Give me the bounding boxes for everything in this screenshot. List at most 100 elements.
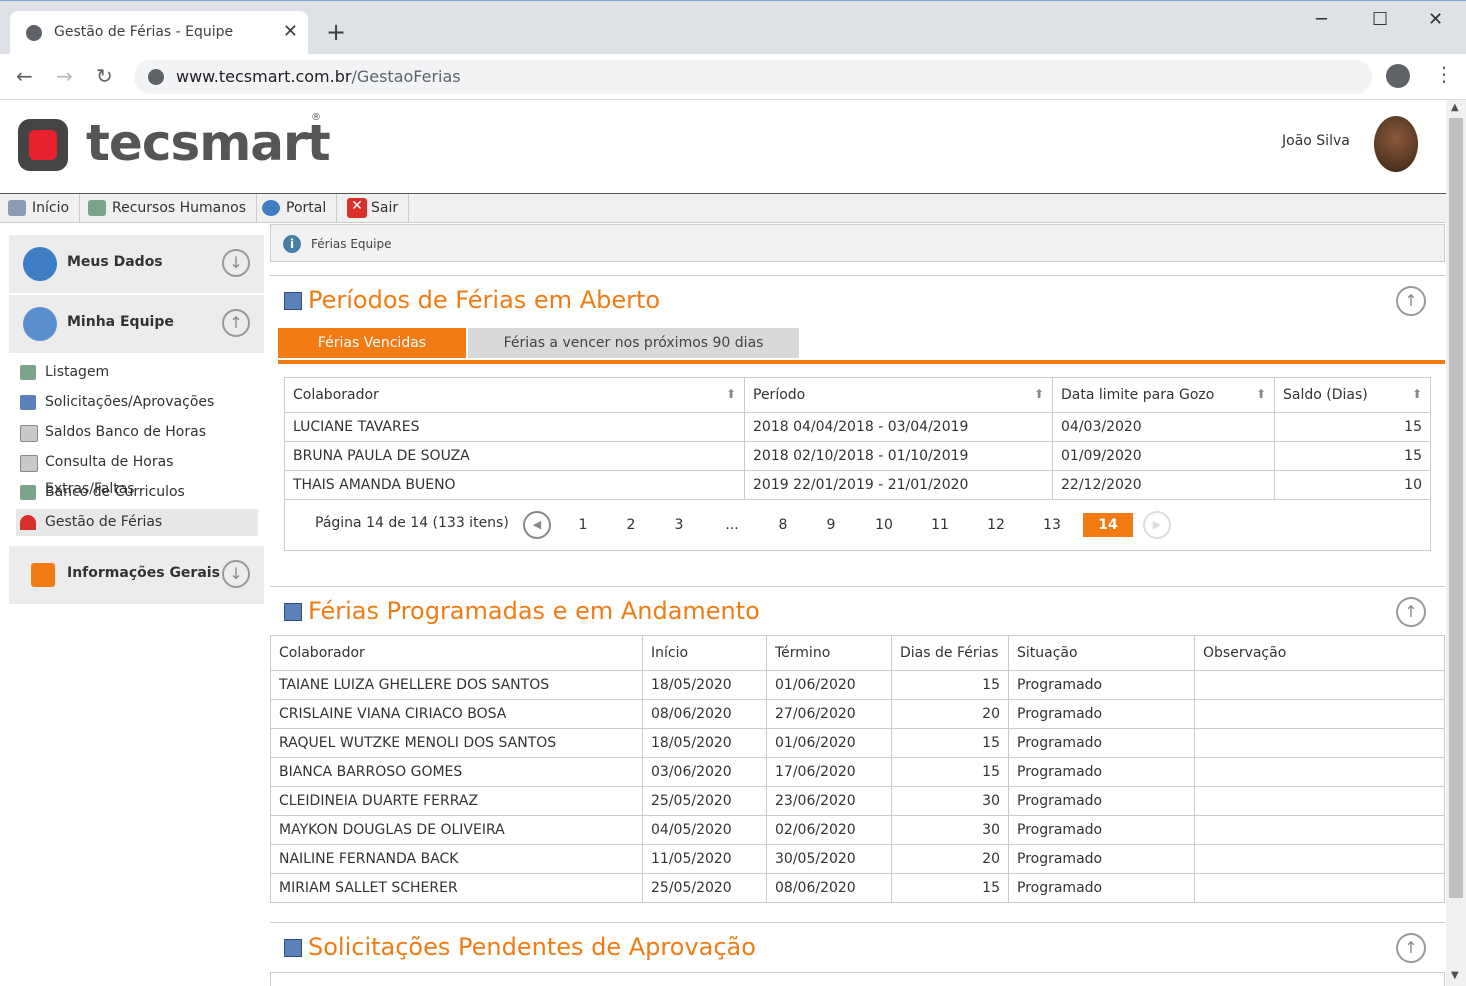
- sidebar-link-curriculos[interactable]: Banco de Curriculos: [16, 479, 258, 506]
- scrollbar-thumb[interactable]: [1449, 118, 1463, 898]
- sidebar-link-solicitacoes[interactable]: Solicitações/Aprovações: [16, 389, 258, 416]
- page-button[interactable]: 3: [663, 513, 695, 537]
- main-menu: Início Recursos Humanos Portal ✕ Sair: [0, 194, 1446, 223]
- tab-ferias-a-vencer[interactable]: Férias a vencer nos próximos 90 dias: [468, 328, 799, 358]
- calendar-icon: [20, 395, 36, 410]
- forward-button[interactable]: →: [56, 64, 73, 88]
- table-ferias-programadas: Colaborador Início Término Dias de Féria…: [270, 635, 1445, 903]
- logo-icon[interactable]: [18, 119, 68, 171]
- browser-tabbar: Gestão de Férias - Equipe ✕ + ─ ☐ ✕: [0, 0, 1466, 55]
- close-tab-icon[interactable]: ✕: [283, 21, 298, 43]
- table-ferias-aberto: Colaborador ⬆ Período ⬆ Data limite para G…: [284, 377, 1431, 500]
- tab-strip: Férias Vencidas Férias a vencer nos próx…: [278, 328, 1445, 364]
- sidebar-link-saldos[interactable]: Saldos Banco de Horas: [16, 419, 258, 446]
- browser-toolbar: ← → ↻ www.tecsmart.com.br/GestaoFerias ⋮: [0, 54, 1466, 100]
- sidebar-link-listagem[interactable]: Listagem: [16, 359, 258, 386]
- column-header[interactable]: Colaborador: [270, 635, 643, 671]
- menu-portal[interactable]: Portal: [254, 194, 338, 222]
- page-button[interactable]: 12: [980, 513, 1012, 537]
- filter-icon[interactable]: ⬆: [1256, 387, 1266, 401]
- page-button[interactable]: 9: [815, 513, 847, 537]
- pager: Página 14 de 14 (133 itens) ◀ 1 2 3 ... …: [284, 500, 1431, 551]
- column-header[interactable]: Situação: [1008, 635, 1195, 671]
- reload-button[interactable]: ↻: [96, 64, 113, 88]
- clock-icon: [20, 455, 38, 472]
- browser-menu-icon[interactable]: ⋮: [1434, 62, 1454, 86]
- table-row[interactable]: LUCIANE TAVARES 2018 04/04/2018 - 03/04/…: [284, 412, 1431, 442]
- table-row[interactable]: NAILINE FERNANDA BACK 11/05/2020 30/05/202…: [270, 844, 1445, 874]
- window-close-button[interactable]: ✕: [1428, 9, 1443, 30]
- sidebar-meus-dados[interactable]: Meus Dados ↓: [9, 235, 264, 293]
- menu-inicio[interactable]: Início: [0, 194, 81, 222]
- collapse-icon[interactable]: ↑: [222, 309, 250, 337]
- column-header[interactable]: Período ⬆: [744, 377, 1053, 413]
- tab-ferias-vencidas[interactable]: Férias Vencidas: [278, 328, 466, 358]
- column-header[interactable]: Dias de Férias: [891, 635, 1009, 671]
- logo-text[interactable]: tecsmart: [86, 114, 331, 172]
- maximize-button[interactable]: ☐: [1372, 9, 1388, 30]
- table-row[interactable]: MAYKON DOUGLAS DE OLIVEIRA 04/05/2020 02/0…: [270, 815, 1445, 845]
- tab-title: Gestão de Férias - Equipe: [54, 24, 234, 40]
- column-header[interactable]: Início: [642, 635, 767, 671]
- scroll-down-icon[interactable]: ▼: [1451, 970, 1459, 981]
- expand-icon[interactable]: ↓: [222, 560, 250, 588]
- collapse-icon[interactable]: ↑: [1396, 286, 1426, 316]
- team-icon: [23, 307, 57, 341]
- page-button-current[interactable]: 14: [1083, 513, 1133, 537]
- page-button[interactable]: 2: [615, 513, 647, 537]
- people-icon: [88, 200, 106, 216]
- table-row[interactable]: THAIS AMANDA BUENO 2019 22/01/2019 - 21/…: [284, 470, 1431, 500]
- next-page-button[interactable]: ▶: [1143, 511, 1171, 539]
- page-ellipsis[interactable]: ...: [716, 513, 748, 537]
- menu-sair[interactable]: ✕ Sair: [339, 194, 410, 222]
- url-text: www.tecsmart.com.br/GestaoFerias: [176, 67, 461, 86]
- site-info-icon[interactable]: [148, 69, 164, 85]
- column-header[interactable]: Término: [766, 635, 892, 671]
- site-header: tecsmart ® João Silva: [0, 100, 1446, 194]
- globe-icon: [26, 25, 42, 41]
- page-button[interactable]: 10: [868, 513, 900, 537]
- sidebar-informacoes-gerais[interactable]: Informações Gerais ↓: [9, 546, 264, 604]
- collapse-icon[interactable]: ↑: [1396, 933, 1426, 963]
- profile-icon[interactable]: [1386, 64, 1410, 88]
- column-header[interactable]: Observação: [1194, 635, 1445, 671]
- table-row[interactable]: CLEIDINEIA DUARTE FERRAZ 25/05/2020 23/06/…: [270, 786, 1445, 816]
- sidebar-link-gestao-ferias[interactable]: Gestão de Férias: [16, 509, 258, 536]
- collapse-icon[interactable]: ↑: [1396, 597, 1426, 627]
- filter-icon[interactable]: ⬆: [1412, 387, 1422, 401]
- minimize-button[interactable]: ─: [1316, 9, 1327, 30]
- home-icon: [8, 200, 26, 216]
- avatar[interactable]: [1374, 116, 1418, 172]
- grid-icon: [284, 292, 302, 310]
- expand-icon[interactable]: ↓: [222, 249, 250, 277]
- pager-info: Página 14 de 14 (133 itens): [315, 515, 509, 531]
- browser-tab[interactable]: Gestão de Férias - Equipe ✕: [10, 11, 308, 55]
- page-button[interactable]: 1: [567, 513, 599, 537]
- filter-icon[interactable]: ⬆: [1034, 387, 1044, 401]
- page-button[interactable]: 13: [1036, 513, 1068, 537]
- table-row[interactable]: RAQUEL WUTZKE MENOLI DOS SANTOS 18/05/202…: [270, 728, 1445, 758]
- menu-recursos-humanos[interactable]: Recursos Humanos: [80, 194, 257, 222]
- table-row[interactable]: TAIANE LUIZA GHELLERE DOS SANTOS 18/05/20…: [270, 670, 1445, 700]
- section-title: Férias Programadas e em Andamento: [308, 597, 760, 625]
- back-button[interactable]: ←: [16, 64, 33, 88]
- scroll-up-icon[interactable]: ▲: [1451, 102, 1459, 113]
- section-title: Solicitações Pendentes de Aprovação: [308, 933, 756, 961]
- sidebar-link-horas-extras[interactable]: Consulta de Horas Extras/Faltas: [16, 449, 258, 497]
- table-row[interactable]: BRUNA PAULA DE SOUZA 2018 02/10/2018 - 0…: [284, 441, 1431, 471]
- filter-icon[interactable]: ⬆: [726, 387, 736, 401]
- page-button[interactable]: 8: [767, 513, 799, 537]
- column-header[interactable]: Saldo (Dias) ⬆: [1274, 377, 1431, 413]
- page-scrollbar[interactable]: ▲ ▼: [1446, 100, 1466, 986]
- page-button[interactable]: 11: [924, 513, 956, 537]
- column-header[interactable]: Colaborador ⬆: [284, 377, 745, 413]
- user-name[interactable]: João Silva: [1282, 133, 1350, 149]
- prev-page-button[interactable]: ◀: [523, 511, 551, 539]
- sidebar-minha-equipe[interactable]: Minha Equipe ↑: [9, 295, 264, 353]
- column-header[interactable]: Data limite para Gozo ⬆: [1052, 377, 1275, 413]
- table-row[interactable]: CRISLAINE VIANA CIRIACO BOSA 08/06/2020 27…: [270, 699, 1445, 729]
- new-tab-button[interactable]: +: [326, 20, 346, 44]
- address-bar[interactable]: www.tecsmart.com.br/GestaoFerias: [134, 60, 1372, 94]
- table-row[interactable]: MIRIAM SALLET SCHERER 25/05/2020 08/06/202…: [270, 873, 1445, 903]
- table-row[interactable]: BIANCA BARROSO GOMES 03/06/2020 17/06/2020…: [270, 757, 1445, 787]
